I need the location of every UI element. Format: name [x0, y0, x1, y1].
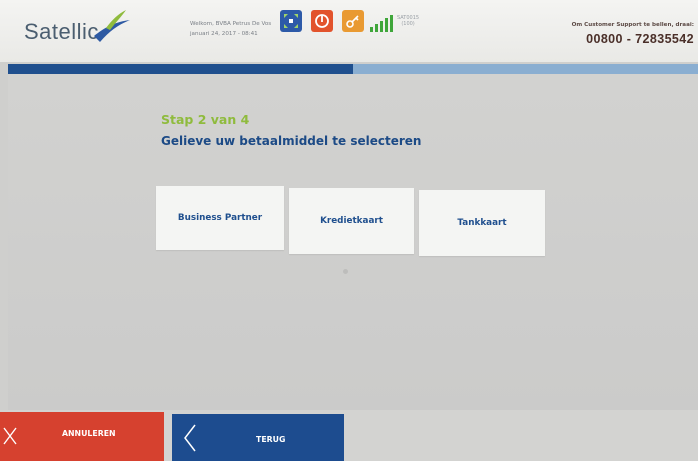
signal-bars-icon [370, 15, 393, 32]
signal-value: (100) [401, 21, 415, 27]
option-business-partner[interactable]: Business Partner [156, 186, 284, 250]
option-tankkaart[interactable]: Tankkaart [419, 190, 545, 256]
back-label: TERUG [256, 435, 286, 444]
chevron-left-icon [184, 424, 196, 452]
cancel-button[interactable]: ANNULEREN [0, 412, 164, 461]
signal-readout: SAT0015 (100) [397, 15, 419, 27]
option-label: Tankkaart [457, 218, 507, 228]
cancel-label: ANNULEREN [62, 429, 116, 438]
support-phone: 00800 - 72835542 [586, 32, 694, 46]
step-progress-bar [8, 64, 698, 74]
close-icon [3, 427, 17, 445]
date-time-text: januari 24, 2017 - 08:41 [190, 31, 258, 37]
welcome-block: Welkom, BVBA Petrus De Vos januari 24, 2… [190, 19, 271, 39]
step-label: Stap 2 van 4 [161, 112, 250, 127]
support-block: Om Customer Support te bellen, draai: 00… [572, 22, 694, 46]
page-title: Gelieve uw betaalmiddel te selecteren [161, 134, 422, 148]
support-label: Om Customer Support te bellen, draai: [571, 22, 694, 28]
touch-mark [343, 269, 348, 274]
network-icon[interactable] [280, 10, 302, 32]
welcome-text: Welkom, BVBA Petrus De Vos [190, 21, 272, 27]
option-label: Business Partner [177, 213, 263, 223]
power-icon[interactable] [311, 10, 333, 32]
logo-swoosh-icon [94, 10, 130, 42]
option-kredietkaart[interactable]: Kredietkaart [289, 188, 414, 254]
option-label: Kredietkaart [320, 216, 383, 226]
header-bar: Satellic Welkom, BVBA Petrus De Vos janu… [0, 0, 698, 62]
key-icon[interactable] [342, 10, 364, 32]
step-progress-fill [8, 64, 353, 74]
back-button[interactable]: TERUG [172, 414, 344, 461]
